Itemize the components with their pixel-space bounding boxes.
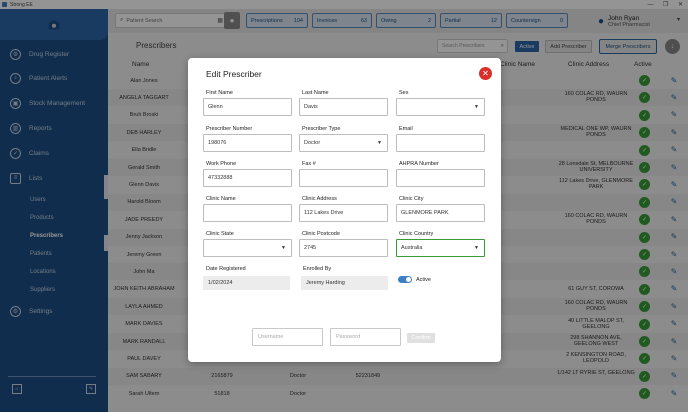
prescriber-number-label: Prescriber Number xyxy=(206,126,253,132)
email-field[interactable] xyxy=(396,134,485,152)
dropdown-arrow-icon: ▼ xyxy=(377,140,382,146)
date-registered-label: Date Registered xyxy=(206,266,246,272)
work-phone-field[interactable]: 47332888 xyxy=(203,169,292,187)
dropdown-arrow-icon: ▼ xyxy=(281,245,286,251)
work-phone-label: Work Phone xyxy=(206,161,237,167)
sex-label: Sex xyxy=(399,90,409,96)
fax-label: Fax # xyxy=(302,161,316,167)
active-toggle[interactable] xyxy=(398,276,412,283)
close-dialog-button[interactable]: ✕ xyxy=(479,67,492,80)
sex-select[interactable]: ▼ xyxy=(396,98,485,116)
active-toggle-label: Active xyxy=(416,277,431,283)
edit-prescriber-dialog: Edit Prescriber ✕ First Name Glenn Last … xyxy=(188,58,501,362)
date-registered-value: 1/02/2024 xyxy=(203,276,290,290)
password-input[interactable]: Password xyxy=(330,328,401,346)
clinic-address-field[interactable]: 112 Lakes Drive xyxy=(299,204,388,222)
clinic-city-label: Clinic City xyxy=(399,196,424,202)
clinic-country-select[interactable]: Australia ▼ xyxy=(396,239,485,257)
clinic-country-label: Clinic Country xyxy=(399,231,434,237)
clinic-address-label: Clinic Address xyxy=(302,196,337,202)
clinic-postcode-field[interactable]: 2745 xyxy=(299,239,388,257)
dropdown-arrow-icon: ▼ xyxy=(474,104,479,110)
dropdown-arrow-icon: ▼ xyxy=(474,245,479,251)
last-name-label: Last Name xyxy=(302,90,329,96)
enrolled-by-label: Enrolled By xyxy=(303,266,332,272)
last-name-field[interactable]: Davis xyxy=(299,98,388,116)
prescriber-type-select[interactable]: Doctor ▼ xyxy=(299,134,388,152)
fax-field[interactable] xyxy=(299,169,388,187)
prescriber-number-field[interactable]: 198076 xyxy=(203,134,292,152)
dialog-title: Edit Prescriber xyxy=(206,69,262,79)
ahpra-field[interactable] xyxy=(396,169,485,187)
first-name-label: First Name xyxy=(206,90,233,96)
prescriber-type-label: Prescriber Type xyxy=(302,126,341,132)
clinic-state-select[interactable]: ▼ xyxy=(203,239,292,257)
clinic-name-field[interactable] xyxy=(203,204,292,222)
first-name-field[interactable]: Glenn xyxy=(203,98,292,116)
email-label: Email xyxy=(399,126,413,132)
clinic-state-label: Clinic State xyxy=(206,231,234,237)
enrolled-by-value: Jeremy Harding xyxy=(301,276,388,290)
username-input[interactable]: Username xyxy=(252,328,323,346)
clinic-postcode-label: Clinic Postcode xyxy=(302,231,340,237)
confirm-button[interactable]: Confirm xyxy=(407,333,435,343)
clinic-name-label: Clinic Name xyxy=(206,196,236,202)
clinic-city-field[interactable]: GLENMORE PARK xyxy=(396,204,485,222)
ahpra-label: AHPRA Number xyxy=(399,161,439,167)
